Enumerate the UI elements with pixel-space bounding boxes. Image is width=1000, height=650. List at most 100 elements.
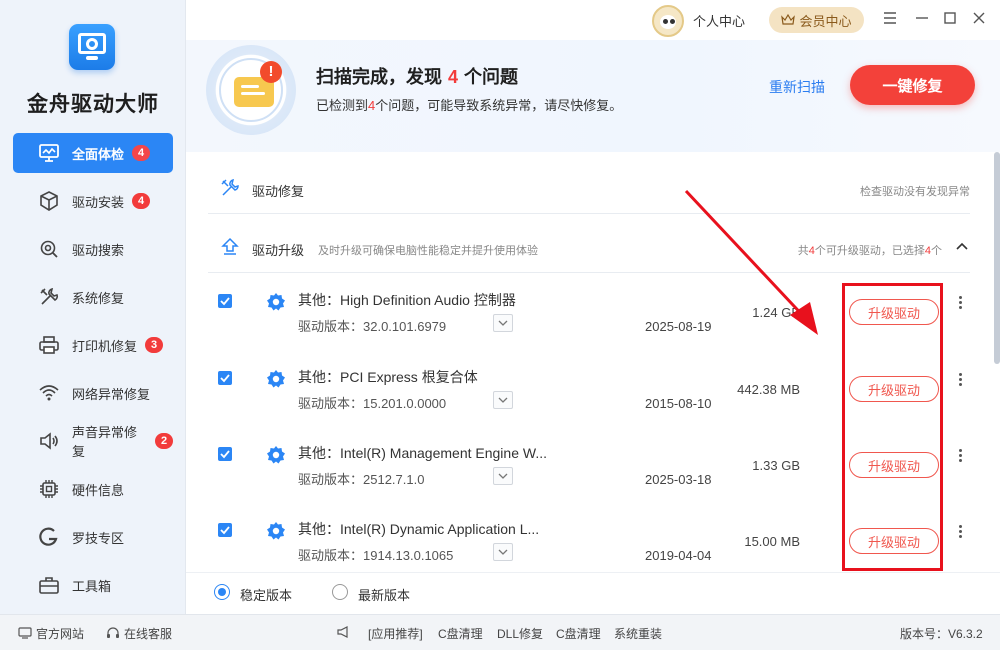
annotation-highlight-box	[842, 283, 943, 571]
tools-icon	[220, 178, 240, 198]
sidebar-item-logitech[interactable]: 罗技专区	[13, 517, 173, 557]
latest-version-radio[interactable]	[332, 584, 348, 600]
warning-icon: !	[260, 61, 282, 83]
stable-version-radio[interactable]	[214, 584, 230, 600]
user-center-link[interactable]: 个人中心	[693, 11, 745, 30]
sidebar-item-network-repair[interactable]: 网络异常修复	[13, 373, 173, 413]
sidebar-item-label: 罗技专区	[72, 530, 125, 546]
crown-icon	[781, 13, 796, 25]
driver-date: 2025-03-18	[645, 472, 712, 487]
chevron-down-icon	[498, 549, 508, 555]
menu-icon[interactable]	[882, 10, 898, 26]
footer-link[interactable]: 系统重装	[614, 625, 662, 642]
footer-link[interactable]: DLL修复	[497, 625, 543, 642]
sidebar-item-label: 声音异常修复	[72, 425, 138, 459]
online-service-link[interactable]: 在线客服	[106, 625, 172, 642]
box-icon	[38, 190, 60, 212]
sidebar-item-label: 工具箱	[72, 578, 112, 594]
speaker-icon	[38, 430, 60, 452]
settings-gear-icon	[266, 292, 286, 312]
chevron-down-icon	[498, 473, 508, 479]
logitech-icon	[38, 526, 60, 548]
driver-name: 其他：High Definition Audio 控制器	[298, 292, 516, 308]
driver-version: 驱动版本：1914.13.0.1065	[298, 548, 454, 563]
chevron-down-icon	[498, 320, 508, 326]
sidebar-item-label: 网络异常修复	[72, 386, 151, 402]
driver-checkbox[interactable]	[218, 523, 232, 537]
count-badge: 4	[132, 145, 151, 161]
upgrade-icon	[220, 237, 240, 257]
scan-result-title: 扫描完成，发现 4 个问题	[316, 67, 519, 87]
version-mode-bar: 稳定版本 最新版本	[186, 572, 1000, 612]
version-dropdown[interactable]	[493, 314, 513, 332]
driver-name: 其他：PCI Express 根复合体	[298, 369, 478, 385]
monitor-icon	[18, 627, 32, 639]
vip-label: 会员中心	[799, 13, 852, 29]
driver-version: 驱动版本：32.0.101.6979	[298, 319, 447, 334]
count-badge: 3	[145, 337, 164, 353]
section-status: 检查驱动没有发现异常	[860, 186, 970, 198]
version-dropdown[interactable]	[493, 391, 513, 409]
headset-icon	[107, 627, 119, 638]
sidebar-item-label: 硬件信息	[72, 482, 125, 498]
sidebar-item-label: 驱动安装	[72, 194, 125, 210]
gear-search-icon	[38, 238, 60, 260]
sidebar-item-toolbox[interactable]: 工具箱	[13, 565, 173, 605]
version-dropdown[interactable]	[493, 543, 513, 561]
sidebar-item-driver-install[interactable]: 驱动安装 4	[13, 181, 173, 221]
sidebar-item-system-repair[interactable]: 系统修复	[13, 277, 173, 317]
footer-link[interactable]: C盘清理	[556, 625, 601, 642]
driver-date: 2019-04-04	[645, 548, 712, 563]
rescan-link[interactable]: 重新扫描	[769, 77, 825, 97]
stable-version-label: 稳定版本	[240, 588, 293, 603]
driver-name: 其他：Intel(R) Dynamic Application L...	[298, 521, 540, 537]
count-badge: 2	[155, 433, 173, 449]
sidebar-item-label: 打印机修复	[72, 338, 138, 354]
chip-icon	[38, 478, 60, 500]
sidebar-item-sound-repair[interactable]: 声音异常修复 2	[13, 421, 173, 461]
section-driver-repair: 驱动修复 检查驱动没有发现异常	[208, 156, 970, 214]
footer-link[interactable]: C盘清理	[438, 625, 483, 642]
driver-checkbox[interactable]	[218, 294, 232, 308]
chevron-up-icon[interactable]	[956, 241, 968, 253]
minimize-icon[interactable]	[914, 10, 930, 26]
maximize-icon[interactable]	[942, 10, 958, 26]
section-title: 驱动升级	[252, 243, 305, 258]
one-click-fix-button[interactable]: 一键修复	[850, 65, 975, 105]
driver-checkbox[interactable]	[218, 447, 232, 461]
settings-gear-icon	[266, 521, 286, 541]
driver-checkbox[interactable]	[218, 371, 232, 385]
sidebar: 金舟驱动大师 全面体检 4 驱动安装 4 驱动搜索 系统修复 打印机修复 3 网…	[0, 0, 186, 614]
more-options-icon[interactable]	[956, 371, 964, 391]
sidebar-item-driver-search[interactable]: 驱动搜索	[13, 229, 173, 269]
sidebar-item-printer-repair[interactable]: 打印机修复 3	[13, 325, 173, 365]
version-number: 版本号：V6.3.2	[900, 627, 983, 641]
driver-size: 15.00 MB	[744, 534, 800, 549]
chevron-down-icon	[498, 397, 508, 403]
driver-date: 2015-08-10	[645, 396, 712, 411]
close-icon[interactable]	[971, 10, 987, 26]
vip-center-button[interactable]: 会员中心	[769, 7, 864, 33]
avatar[interactable]	[652, 5, 684, 37]
settings-gear-icon	[266, 369, 286, 389]
scrollbar[interactable]	[994, 152, 1000, 364]
official-website-link[interactable]: 官方网站	[18, 625, 84, 642]
more-options-icon[interactable]	[956, 294, 964, 314]
app-recommend-label: [应用推荐]	[368, 627, 423, 641]
driver-version: 驱动版本：2512.7.1.0	[298, 472, 425, 487]
scan-result-subtitle: 已检测到4个问题，可能导致系统异常，请尽快修复。	[316, 98, 623, 113]
monitor-icon	[38, 142, 60, 164]
sidebar-item-full-check[interactable]: 全面体检 4	[13, 133, 173, 173]
more-options-icon[interactable]	[956, 447, 964, 467]
scan-result-icon: !	[206, 45, 296, 135]
more-options-icon[interactable]	[956, 523, 964, 543]
section-driver-upgrade: 驱动升级 及时升级可确保电脑性能稳定并提升使用体验 共4个可升级驱动，已选择4个	[208, 215, 970, 273]
driver-size: 442.38 MB	[737, 382, 800, 397]
driver-version: 驱动版本：15.201.0.0000	[298, 396, 447, 411]
section-description: 及时升级可确保电脑性能稳定并提升使用体验	[318, 245, 538, 257]
sidebar-item-hardware-info[interactable]: 硬件信息	[13, 469, 173, 509]
sidebar-item-label: 全面体检	[72, 146, 125, 162]
toolbox-icon	[38, 574, 60, 596]
tools-icon	[38, 286, 60, 308]
version-dropdown[interactable]	[493, 467, 513, 485]
